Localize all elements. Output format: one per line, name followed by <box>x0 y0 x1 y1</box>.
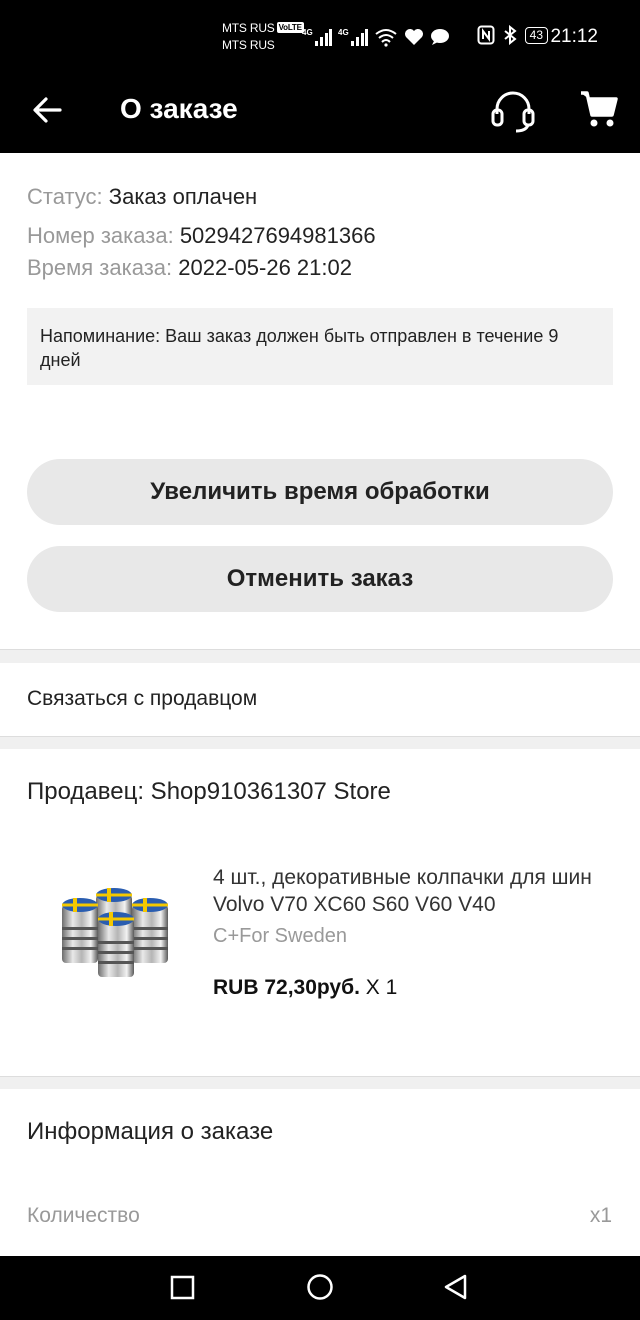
order-info-title: Информация о заказе <box>27 1118 274 1145</box>
cancel-order-button[interactable]: Отменить заказ <box>27 546 613 612</box>
status-icons: 4G 4G <box>302 26 450 48</box>
product-image[interactable] <box>42 835 197 1025</box>
carrier-1: MTS RUS <box>222 21 275 35</box>
quantity-label: Количество <box>27 1204 140 1227</box>
product-price: RUB 72,30руб. <box>213 976 360 999</box>
status-right-icons: 43 <box>477 25 548 45</box>
carrier-info: MTS RUS VoLTE MTS RUS <box>222 20 304 54</box>
order-status: Статус: Заказ оплачен <box>27 184 257 210</box>
recents-icon[interactable] <box>168 1272 198 1302</box>
divider <box>0 649 640 663</box>
product-variant: C+For Sweden <box>213 925 347 947</box>
status-label: Статус: <box>27 184 103 209</box>
signal-icon: 4G <box>302 28 332 46</box>
order-number: Номер заказа: 5029427694981366 <box>27 223 376 249</box>
back-triangle-icon[interactable] <box>441 1272 471 1302</box>
order-time-value: 2022-05-26 21:02 <box>178 255 352 280</box>
arrow-left-icon[interactable] <box>30 93 64 127</box>
order-time-label: Время заказа: <box>27 255 173 280</box>
battery-indicator: 43 <box>524 26 548 44</box>
wifi-icon <box>375 29 397 47</box>
seller-name[interactable]: Продавец: Shop910361307 Store <box>27 778 391 806</box>
health-icon <box>405 29 423 45</box>
svg-text:4G: 4G <box>302 28 313 37</box>
bluetooth-icon <box>504 25 517 45</box>
svg-text:4G: 4G <box>338 28 349 37</box>
shopping-cart-icon[interactable] <box>578 88 620 130</box>
nfc-icon <box>477 25 495 45</box>
carrier-2: MTS RUS <box>222 38 275 52</box>
quantity-value: x1 <box>589 1204 612 1227</box>
reminder-box: Напоминание: Ваш заказ должен быть отпра… <box>27 308 613 385</box>
product-price-line: RUB 72,30руб. X 1 <box>213 976 397 1000</box>
home-icon[interactable] <box>305 1272 335 1302</box>
status-bar: MTS RUS VoLTE MTS RUS 4G 4G 43 21:12 <box>0 0 640 80</box>
divider <box>0 1076 640 1089</box>
message-icon <box>431 29 449 45</box>
order-number-value: 5029427694981366 <box>179 223 376 248</box>
app-bar: О заказе <box>0 80 640 153</box>
product-title[interactable]: 4 шт., декоративные колпачки для шин Vol… <box>213 864 613 918</box>
status-value: Заказ оплачен <box>108 184 258 209</box>
headset-icon[interactable] <box>490 88 536 134</box>
order-number-label: Номер заказа: <box>27 223 174 248</box>
extend-processing-button[interactable]: Увеличить время обработки <box>27 459 613 525</box>
order-time: Время заказа: 2022-05-26 21:02 <box>27 255 352 281</box>
product-quantity: X 1 <box>359 976 398 999</box>
volte-badge: VoLTE <box>276 22 304 33</box>
divider <box>0 736 640 749</box>
clock: 21:12 <box>550 26 598 47</box>
contact-seller-link[interactable]: Связаться с продавцом <box>27 687 257 711</box>
system-nav-bar <box>0 1256 640 1320</box>
signal-icon-2: 4G <box>338 28 368 46</box>
page-title: О заказе <box>120 93 238 124</box>
